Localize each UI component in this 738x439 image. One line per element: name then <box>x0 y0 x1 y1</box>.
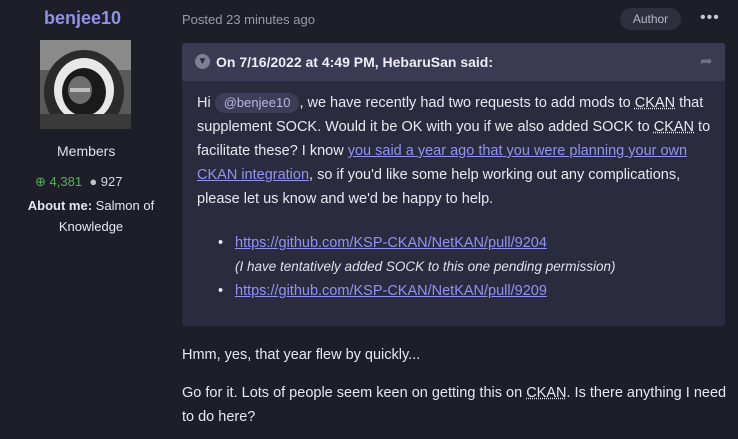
reply-paragraph: Go for it. Lots of people seem keen on g… <box>182 381 732 429</box>
user-mention[interactable]: @benjee10 <box>214 93 300 113</box>
reputation-icon: ⊕ <box>35 174 46 189</box>
author-badge: Author <box>620 8 681 30</box>
post-timestamp[interactable]: Posted 23 minutes ago <box>182 12 315 27</box>
share-arrow-icon[interactable]: ➦ <box>700 52 713 70</box>
list-item: • https://github.com/KSP-CKAN/NetKAN/pul… <box>218 279 705 303</box>
quote-citation: On 7/16/2022 at 4:49 PM, HebaruSan said: <box>216 54 494 70</box>
avatar[interactable] <box>40 40 131 129</box>
reply-text-a: Go for it. Lots of people seem keen on g… <box>182 385 527 401</box>
comment-icon: ● <box>89 174 98 189</box>
chevron-down-icon[interactable]: ▼ <box>195 54 210 69</box>
ckan-abbr: CKAN <box>526 385 567 401</box>
about-me: About me: Salmon of Knowledge <box>16 195 166 237</box>
avatar-image <box>40 40 131 129</box>
about-me-label: About me: <box>27 198 93 213</box>
member-group: Members <box>57 143 116 159</box>
more-options-icon[interactable]: ••• <box>700 9 720 27</box>
quote-header[interactable]: ▼ On 7/16/2022 at 4:49 PM, HebaruSan sai… <box>182 43 725 81</box>
pull-request-link[interactable]: https://github.com/KSP-CKAN/NetKAN/pull/… <box>235 283 547 299</box>
reply-paragraph: Hmm, yes, that year flew by quickly... <box>182 347 421 363</box>
bullet: • <box>218 235 224 251</box>
reputation-count: 4,381 <box>49 174 83 189</box>
author-stats: ⊕ 4,381 ● 927 <box>35 174 123 190</box>
list-item: • https://github.com/KSP-CKAN/NetKAN/pul… <box>218 231 705 279</box>
pull-request-link[interactable]: https://github.com/KSP-CKAN/NetKAN/pull/… <box>235 235 547 251</box>
quote-text: Hi @benjee10, we have recently had two r… <box>197 91 715 211</box>
quote-block: ▼ On 7/16/2022 at 4:49 PM, HebaruSan sai… <box>182 43 725 326</box>
quote-greeting: Hi <box>197 95 211 111</box>
ckan-abbr: CKAN <box>634 95 676 111</box>
list-item-note: (I have tentatively added SOCK to this o… <box>235 259 616 274</box>
bullet: • <box>218 283 224 299</box>
ckan-abbr: CKAN <box>653 119 695 135</box>
quote-text-1: , we have recently had two requests to a… <box>299 95 635 111</box>
quote-link-list: • https://github.com/KSP-CKAN/NetKAN/pul… <box>218 231 705 303</box>
author-name[interactable]: benjee10 <box>44 8 121 29</box>
post-count: 927 <box>100 174 123 189</box>
